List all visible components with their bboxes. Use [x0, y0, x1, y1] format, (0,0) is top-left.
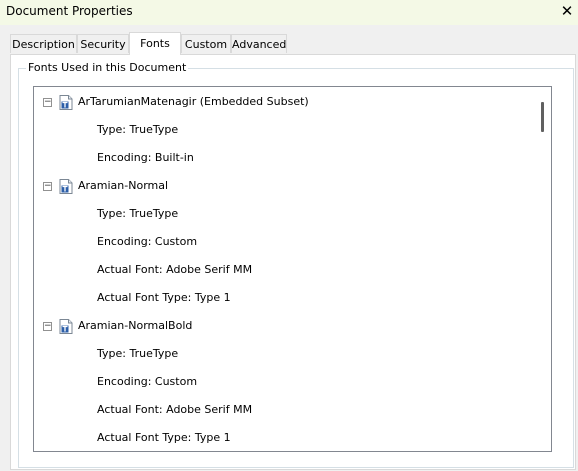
vertical-scrollbar[interactable]: [534, 87, 551, 451]
tab-advanced[interactable]: Advanced: [231, 34, 287, 53]
font-tree-node[interactable]: − ArTarumianMatenagir (Embedded Subset): [34, 93, 529, 111]
truetype-font-icon: [59, 319, 73, 334]
font-name: Aramian-Normal: [78, 179, 169, 192]
truetype-font-icon: [59, 95, 73, 110]
font-detail: Actual Font Type: Type 1: [97, 291, 231, 304]
font-tree[interactable]: − ArTarumianMatenagir (Embedded Subset) Ty…: [33, 86, 552, 452]
font-detail: Actual Font: Adobe Serif MM: [97, 263, 253, 276]
tab-security[interactable]: Security: [77, 34, 129, 53]
title-bar: Document Properties ✕: [0, 0, 578, 25]
collapse-icon[interactable]: −: [43, 182, 52, 191]
font-detail: Actual Font: Adobe Serif MM: [97, 403, 253, 416]
font-name: ArTarumianMatenagir (Embedded Subset): [78, 95, 309, 108]
font-name: Aramian-NormalBold: [78, 319, 193, 332]
font-detail: Type: TrueType: [97, 123, 179, 136]
font-tree-node[interactable]: − Aramian-Normal: [34, 177, 529, 195]
collapse-icon[interactable]: −: [43, 322, 52, 331]
window-title: Document Properties: [6, 4, 133, 18]
font-detail: Encoding: Custom: [97, 235, 198, 248]
scrollbar-thumb[interactable]: [541, 102, 544, 132]
font-detail: Encoding: Custom: [97, 375, 198, 388]
truetype-font-icon: [59, 179, 73, 194]
fonts-group-label: Fonts Used in this Document: [26, 61, 189, 75]
tab-description[interactable]: Description: [10, 34, 77, 53]
font-detail: Encoding: Built-in: [97, 151, 194, 164]
tab-fonts[interactable]: Fonts: [129, 32, 181, 55]
font-tree-node[interactable]: − Aramian-NormalBold: [34, 317, 529, 335]
font-detail: Type: TrueType: [97, 207, 179, 220]
collapse-icon[interactable]: −: [43, 98, 52, 107]
font-detail: Type: TrueType: [97, 347, 179, 360]
font-detail: Actual Font Type: Type 1: [97, 431, 231, 444]
tab-custom[interactable]: Custom: [181, 34, 231, 53]
close-icon[interactable]: ✕: [558, 1, 576, 21]
